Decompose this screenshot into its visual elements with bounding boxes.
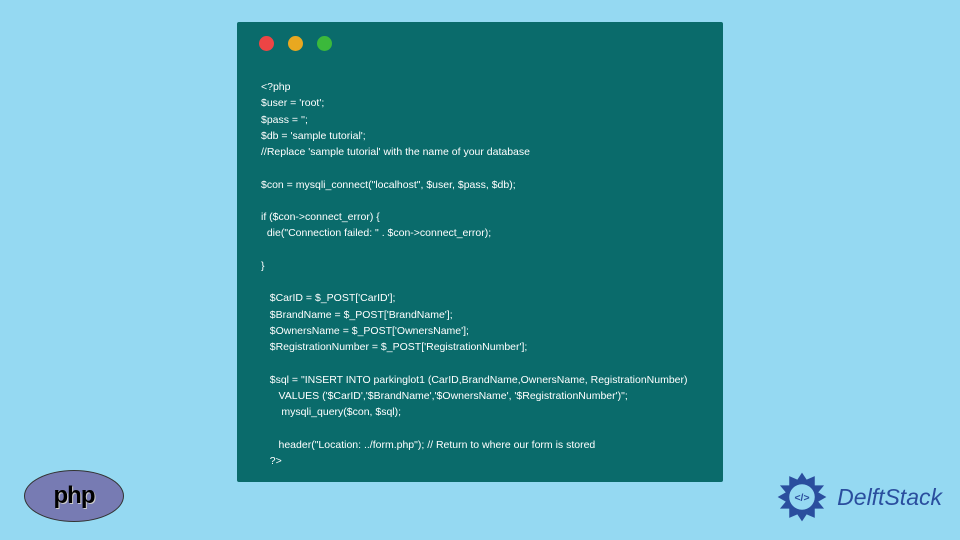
- php-logo-text: php: [54, 482, 95, 510]
- delftstack-brand-text: DelftStack: [837, 484, 942, 511]
- close-icon: [259, 36, 274, 51]
- delftstack-branding: </> DelftStack: [773, 468, 942, 526]
- php-logo: php: [24, 470, 124, 522]
- maximize-icon: [317, 36, 332, 51]
- svg-text:</>: </>: [795, 493, 810, 504]
- delftstack-icon: </>: [773, 468, 831, 526]
- code-window: <?php $user = 'root'; $pass = ''; $db = …: [237, 22, 723, 482]
- minimize-icon: [288, 36, 303, 51]
- window-titlebar: [237, 22, 723, 61]
- code-block: <?php $user = 'root'; $pass = ''; $db = …: [237, 61, 723, 481]
